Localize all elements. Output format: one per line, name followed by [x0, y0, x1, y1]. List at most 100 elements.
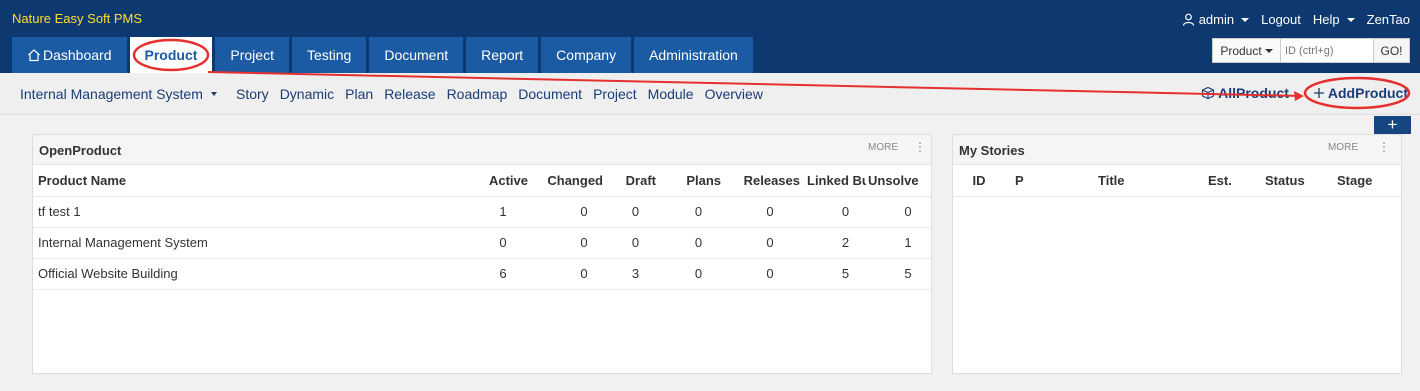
open-product-table: Product Name Active Changed Draft Plans … [33, 165, 931, 290]
tab-administration-label: Administration [649, 47, 738, 63]
col-releases[interactable]: Releases [721, 165, 800, 197]
search-go-button[interactable]: GO! [1373, 39, 1409, 62]
col-id[interactable]: ID [953, 165, 1005, 197]
col-linked-bugs[interactable]: Linked Bu [800, 165, 866, 197]
table-row[interactable]: Official Website Building 6 0 3 0 0 5 5 [33, 258, 931, 290]
subnav-dynamic[interactable]: Dynamic [280, 86, 334, 102]
search-type-label: Product [1220, 43, 1262, 58]
tab-product[interactable]: Product [129, 37, 213, 73]
caret-down-icon [1241, 17, 1250, 22]
caret-down-icon [210, 92, 217, 96]
dashboard-content: OpenProduct MORE ⋮ Product Name Active C… [10, 116, 1410, 391]
table-header-row: ID P Title Est. Status Stage [953, 165, 1401, 197]
top-header: Nature Easy Soft PMS admin Logout Help Z… [0, 0, 1420, 73]
logout-link[interactable]: Logout [1261, 12, 1301, 27]
search-box: Product GO! [1212, 38, 1410, 63]
changed-cell: 0 [528, 196, 603, 228]
linked-bugs-cell: 2 [800, 227, 866, 259]
product-name-cell[interactable]: Internal Management System [33, 227, 478, 259]
subnav-plan[interactable]: Plan [345, 86, 373, 102]
tab-testing-label: Testing [306, 47, 352, 63]
tab-document-label: Document [384, 47, 449, 63]
panel-header: My Stories MORE ⋮ [953, 135, 1401, 165]
subnav-overview[interactable]: Overview [705, 86, 763, 102]
product-name-cell[interactable]: tf test 1 [33, 196, 478, 228]
all-product-link[interactable]: AllProduct [1201, 85, 1289, 101]
tab-dashboard-label: Dashboard [43, 47, 112, 63]
vertical-dots-icon[interactable]: ⋮ [914, 140, 926, 154]
tab-administration[interactable]: Administration [634, 37, 753, 73]
col-priority[interactable]: P [1005, 165, 1093, 197]
subnav-project[interactable]: Project [593, 86, 637, 102]
tab-product-label: Product [144, 47, 198, 63]
help-label: Help [1312, 12, 1340, 27]
draft-cell: 0 [603, 196, 656, 228]
more-link[interactable]: MORE [868, 142, 898, 153]
col-title[interactable]: Title [1093, 165, 1203, 197]
zentao-link[interactable]: ZenTao [1367, 12, 1410, 27]
subnav-story[interactable]: Story [236, 86, 269, 102]
tab-dashboard[interactable]: Dashboard [12, 37, 127, 73]
col-status[interactable]: Status [1260, 165, 1332, 197]
subnav-roadmap[interactable]: Roadmap [447, 86, 508, 102]
col-active[interactable]: Active [478, 165, 528, 197]
open-product-panel: OpenProduct MORE ⋮ Product Name Active C… [32, 134, 932, 374]
col-plans[interactable]: Plans [656, 165, 721, 197]
user-menu[interactable]: admin [1182, 12, 1250, 27]
all-product-label: AllProduct [1218, 85, 1289, 101]
table-row[interactable]: Internal Management System 0 0 0 0 0 2 1 [33, 227, 931, 259]
unsolved-cell: 0 [866, 196, 931, 228]
unsolved-cell: 1 [866, 227, 931, 259]
plans-cell: 0 [656, 227, 721, 259]
search-type-select[interactable]: Product [1213, 39, 1281, 62]
user-icon [1182, 13, 1194, 26]
app-brand[interactable]: Nature Easy Soft PMS [12, 11, 142, 26]
tab-company-label: Company [556, 47, 617, 63]
col-stage[interactable]: Stage [1332, 165, 1401, 197]
active-cell: 6 [478, 258, 528, 290]
releases-cell: 0 [721, 258, 800, 290]
vertical-dots-icon[interactable]: ⋮ [1378, 140, 1390, 154]
unsolved-cell: 5 [866, 258, 931, 290]
more-link[interactable]: MORE [1328, 142, 1358, 153]
tab-company[interactable]: Company [541, 37, 632, 73]
subnav-document[interactable]: Document [518, 86, 582, 102]
panel-title: My Stories [959, 143, 1025, 158]
col-product-name[interactable]: Product Name [33, 165, 478, 197]
add-product-label: AddProduct [1327, 85, 1408, 101]
tab-project[interactable]: Project [215, 37, 289, 73]
sub-nav: Internal Management System Story Dynamic… [0, 73, 1420, 115]
subnav-release[interactable]: Release [384, 86, 435, 102]
col-draft[interactable]: Draft [603, 165, 656, 197]
tab-report[interactable]: Report [466, 37, 539, 73]
table-row[interactable]: tf test 1 1 0 0 0 0 0 0 [33, 196, 931, 228]
help-menu[interactable]: Help [1313, 12, 1355, 27]
col-unsolved[interactable]: Unsolve [866, 165, 931, 197]
panel-title: OpenProduct [39, 143, 122, 158]
changed-cell: 0 [528, 227, 603, 259]
subnav-module[interactable]: Module [648, 86, 694, 102]
col-estimate[interactable]: Est. [1203, 165, 1260, 197]
cube-icon [1202, 86, 1215, 100]
plans-cell: 0 [656, 196, 721, 228]
plus-icon [1313, 88, 1324, 98]
product-name-cell[interactable]: Official Website Building [33, 258, 478, 290]
tab-testing[interactable]: Testing [291, 37, 367, 73]
changed-cell: 0 [528, 258, 603, 290]
home-icon [28, 49, 40, 62]
plans-cell: 0 [656, 258, 721, 290]
releases-cell: 0 [721, 227, 800, 259]
sub-nav-actions: AllProduct AddProduct [1201, 85, 1408, 101]
product-selector[interactable]: Internal Management System [20, 86, 217, 102]
draft-cell: 0 [603, 227, 656, 259]
sub-nav-links: Story Dynamic Plan Release Roadmap Docum… [236, 86, 763, 102]
tab-document[interactable]: Document [369, 37, 464, 73]
product-selector-label: Internal Management System [20, 86, 203, 102]
add-product-link[interactable]: AddProduct [1313, 85, 1408, 101]
search-input[interactable] [1281, 39, 1373, 62]
col-changed[interactable]: Changed [528, 165, 603, 197]
my-stories-panel: My Stories MORE ⋮ ID P Title Est. Status… [952, 134, 1402, 374]
panel-header: OpenProduct MORE ⋮ [33, 135, 931, 165]
linked-bugs-cell: 5 [800, 258, 866, 290]
table-header-row: Product Name Active Changed Draft Plans … [33, 165, 931, 197]
